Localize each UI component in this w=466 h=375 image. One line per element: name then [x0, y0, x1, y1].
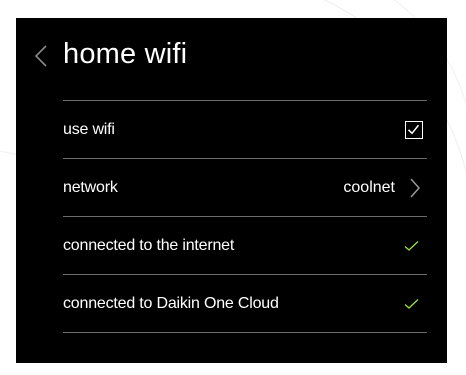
row-label: use wifi — [63, 120, 115, 138]
network-value: coolnet — [343, 178, 395, 196]
status-check — [404, 240, 419, 252]
green-check-icon — [404, 240, 419, 251]
chevron-right-icon — [410, 178, 421, 197]
chevron-left-icon — [34, 45, 47, 67]
settings-panel: home wifi use wifi network coolnet conne… — [16, 18, 447, 363]
network-chevron-button[interactable] — [409, 177, 421, 199]
use-wifi-checkbox[interactable] — [405, 120, 423, 139]
row-controls — [404, 240, 427, 252]
row-controls — [405, 120, 427, 139]
row-internet-status: connected to the internet — [63, 217, 427, 274]
back-button[interactable] — [30, 41, 52, 71]
row-controls: coolnet — [343, 177, 427, 199]
row-cloud-status: connected to Daikin One Cloud — [63, 275, 427, 332]
row-controls — [404, 298, 427, 310]
divider — [63, 332, 427, 333]
page-title: home wifi — [63, 38, 188, 70]
row-network[interactable]: network coolnet — [63, 159, 427, 216]
green-check-icon — [404, 298, 419, 309]
row-label: connected to Daikin One Cloud — [63, 294, 279, 312]
settings-list: use wifi network coolnet connected to th… — [63, 100, 427, 333]
row-label: network — [63, 178, 118, 196]
row-use-wifi[interactable]: use wifi — [63, 101, 427, 158]
status-check — [404, 298, 419, 310]
row-label: connected to the internet — [63, 236, 235, 254]
checkmark-icon — [407, 124, 420, 134]
screen: home wifi use wifi network coolnet conne… — [0, 0, 466, 375]
